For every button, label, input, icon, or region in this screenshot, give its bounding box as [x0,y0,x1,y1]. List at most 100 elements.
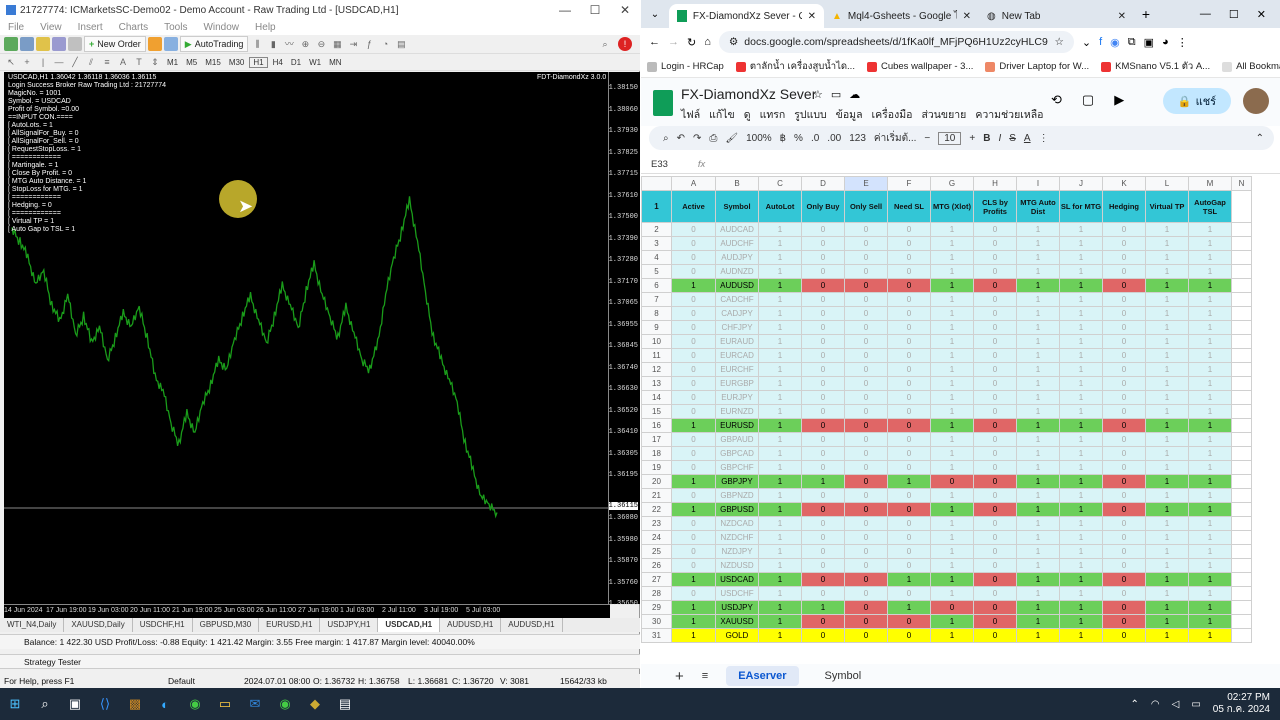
cell[interactable]: 1 [1145,460,1189,475]
empty-cell[interactable] [1231,320,1252,335]
doc-title[interactable]: FX-DiamondXz Sever [681,86,816,102]
cell[interactable]: 1 [1188,362,1232,377]
cell[interactable]: 0 [1102,488,1146,503]
cell[interactable]: 1 [930,488,974,503]
periods-icon[interactable]: ◔ [378,37,392,51]
undo-icon[interactable]: ↶ [677,133,685,144]
clock[interactable]: 02:27 PM 05 ก.ค. 2024 [1213,692,1270,716]
cell[interactable]: 0 [844,278,888,293]
empty-cell[interactable] [1231,446,1252,461]
menu-charts[interactable]: Charts [111,22,156,33]
cell[interactable]: 1 [758,572,802,587]
empty-cell[interactable] [1231,404,1252,419]
cell[interactable]: 0 [801,516,845,531]
cell[interactable]: 1 [1059,488,1103,503]
cell[interactable]: 0 [887,376,931,391]
tf-d1[interactable]: D1 [288,58,304,67]
tray-up-icon[interactable]: ⌃ [1130,699,1138,710]
cell[interactable]: 1 [758,530,802,545]
cell[interactable]: 1 [1188,376,1232,391]
cell[interactable]: 1 [1016,600,1060,615]
cell[interactable]: 1 [758,516,802,531]
line-chart-icon[interactable]: 〰 [282,37,296,51]
cell[interactable]: 1 [1188,572,1232,587]
chart-tab[interactable]: WTI_N4,Daily [0,618,65,632]
chart-tab[interactable]: AUDUSD,H1 [501,618,563,632]
cell[interactable]: 1 [930,446,974,461]
font-size-input[interactable]: 10 [938,131,962,145]
row-number[interactable]: 22 [641,502,672,517]
menu-tools[interactable]: Tools [156,22,195,33]
cell[interactable]: 0 [887,306,931,321]
row-number[interactable]: 29 [641,600,672,615]
cell[interactable]: 1 [671,278,716,293]
cell[interactable]: 1 [1016,446,1060,461]
cell[interactable]: 0 [671,320,716,335]
cell[interactable]: 0 [801,320,845,335]
maximize-button[interactable]: ☐ [580,3,610,17]
cell[interactable]: 0 [1102,222,1146,237]
cell[interactable]: 1 [1059,460,1103,475]
cell[interactable]: 1 [1145,264,1189,279]
cell[interactable]: 1 [1059,306,1103,321]
cell[interactable]: 1 [758,600,802,615]
cell[interactable]: 0 [1102,614,1146,629]
cell[interactable]: 0 [671,446,716,461]
zoom-in-icon[interactable]: ⊕ [298,37,312,51]
cell[interactable]: 0 [801,488,845,503]
cell[interactable]: 0 [801,264,845,279]
cell[interactable]: 1 [1188,432,1232,447]
cell[interactable]: 0 [1102,264,1146,279]
cell[interactable]: EURAUD [715,334,759,349]
cell[interactable]: 1 [1059,376,1103,391]
cell[interactable]: 0 [887,614,931,629]
cell[interactable]: 0 [801,502,845,517]
vscode-icon[interactable]: ⟨⟩ [90,688,120,720]
cell[interactable]: 0 [671,558,716,573]
cell[interactable]: 0 [1102,628,1146,643]
cell[interactable]: EURGBP [715,376,759,391]
cell[interactable]: 1 [758,278,802,293]
column-title[interactable]: Hedging [1102,190,1146,223]
cell[interactable]: 1 [758,292,802,307]
cell[interactable]: 0 [930,600,974,615]
cell[interactable]: 0 [801,418,845,433]
cell[interactable]: 1 [1016,586,1060,601]
row-number[interactable]: 21 [641,488,672,503]
column-title[interactable]: Only Buy [801,190,845,223]
font-decrease-icon[interactable]: − [924,133,930,144]
cell[interactable]: 0 [1102,572,1146,587]
cell[interactable]: 1 [930,306,974,321]
percent-icon[interactable]: % [794,133,803,144]
profile-icon[interactable]: ◕ [1162,36,1169,48]
cell[interactable]: 0 [1102,502,1146,517]
cell[interactable]: 1 [1188,600,1232,615]
cell[interactable]: 1 [1145,404,1189,419]
cell[interactable]: 1 [930,390,974,405]
cell[interactable]: 1 [1188,488,1232,503]
close-button[interactable]: ✕ [610,3,640,17]
cell[interactable]: 0 [844,250,888,265]
cell[interactable]: 1 [930,432,974,447]
row-number[interactable]: 31 [641,628,672,643]
fibo-icon[interactable]: ≡ [100,55,114,69]
cell[interactable]: 0 [844,348,888,363]
cell[interactable]: 0 [973,460,1017,475]
cell[interactable]: 1 [1059,474,1103,489]
cell[interactable]: 1 [887,572,931,587]
cell[interactable]: USDCAD [715,572,759,587]
empty-cell[interactable] [1231,190,1252,223]
cell[interactable]: 0 [844,530,888,545]
empty-cell[interactable] [1231,474,1252,489]
cell[interactable]: 1 [671,418,716,433]
cell[interactable]: 1 [1059,320,1103,335]
bookmark-thai-pump[interactable]: ตาลักน้ำ เครื่องสูบน้ำได... [730,59,861,74]
cell[interactable]: 0 [1102,306,1146,321]
cell[interactable]: 1 [758,376,802,391]
cloud-icon[interactable]: ☁ [849,88,860,101]
cell[interactable]: 0 [671,236,716,251]
cell[interactable]: 0 [801,376,845,391]
cell[interactable]: 0 [887,250,931,265]
row-number[interactable]: 24 [641,530,672,545]
cell[interactable]: 0 [801,586,845,601]
